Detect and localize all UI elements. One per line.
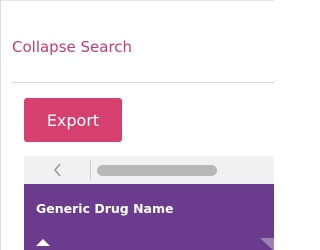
chevron-left-icon <box>53 163 61 177</box>
export-button[interactable]: Export <box>24 98 122 142</box>
scroll-left-button[interactable] <box>24 156 90 184</box>
filter-icon[interactable] <box>260 238 274 250</box>
column-header-generic-drug-name[interactable]: Generic Drug Name <box>36 201 173 216</box>
horizontal-scrollbar[interactable] <box>24 156 274 184</box>
divider <box>12 82 274 83</box>
sort-ascending-icon[interactable] <box>35 238 51 247</box>
scroll-separator <box>90 160 91 180</box>
scroll-thumb[interactable] <box>97 165 217 176</box>
collapse-search-link[interactable]: Collapse Search <box>12 38 132 56</box>
search-panel: Collapse Search Export Generic Drug Name <box>0 0 274 250</box>
table-header: Generic Drug Name <box>24 184 274 250</box>
